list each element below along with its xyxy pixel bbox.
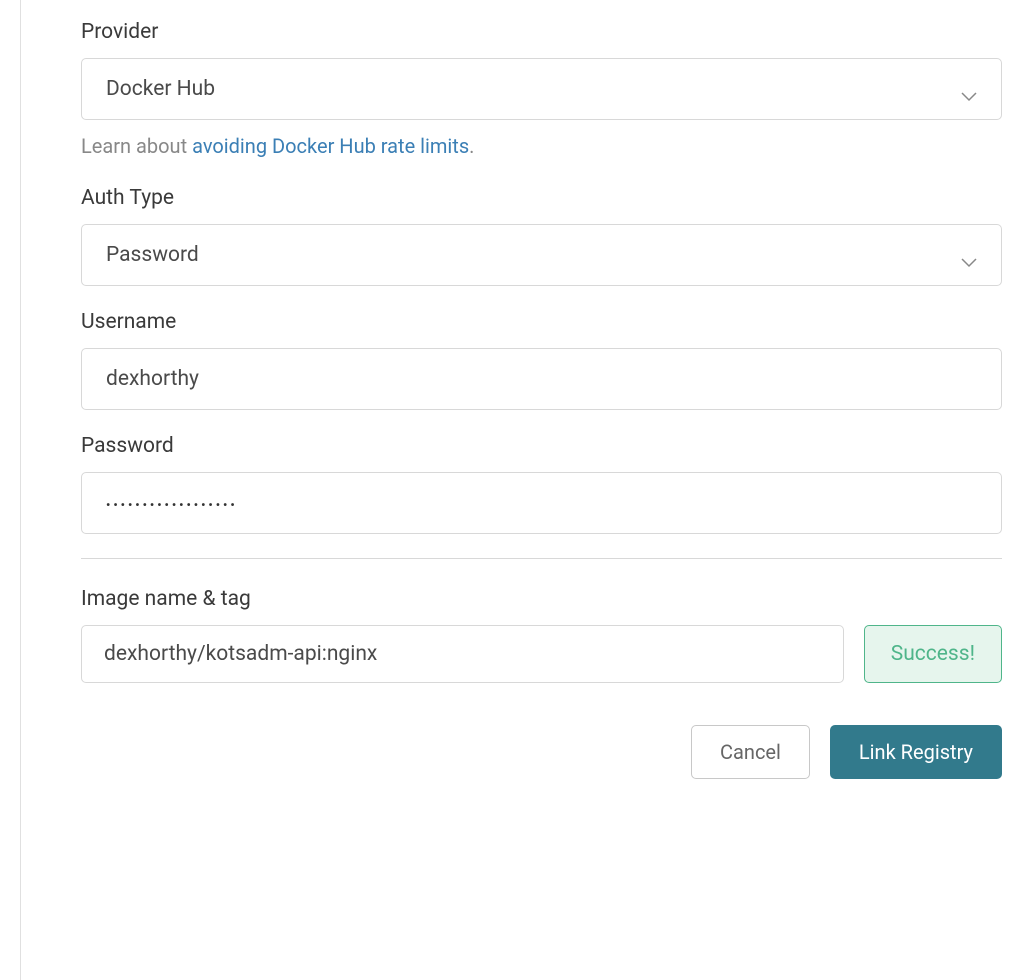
image-input[interactable]	[81, 625, 844, 683]
chevron-down-icon	[961, 84, 977, 94]
divider	[81, 558, 1002, 559]
status-badge: Success!	[864, 625, 1002, 683]
link-registry-button[interactable]: Link Registry	[830, 725, 1002, 779]
button-row: Cancel Link Registry	[81, 725, 1002, 779]
rate-limits-link[interactable]: avoiding Docker Hub rate limits	[192, 134, 469, 158]
provider-select-wrapper: Docker Hub	[81, 58, 1002, 120]
provider-label: Provider	[81, 20, 1002, 44]
password-label: Password	[81, 434, 1002, 458]
helper-text: Learn about avoiding Docker Hub rate lim…	[81, 134, 1002, 158]
auth-type-label: Auth Type	[81, 186, 1002, 210]
auth-type-select-wrapper: Password	[81, 224, 1002, 286]
image-input-wrapper	[81, 625, 844, 683]
provider-value: Docker Hub	[106, 77, 215, 101]
cancel-button[interactable]: Cancel	[691, 725, 810, 779]
username-label: Username	[81, 310, 1002, 334]
image-row: Success!	[81, 625, 1002, 683]
provider-group: Provider Docker Hub Learn about avoiding…	[81, 20, 1002, 158]
password-group: Password ••••••••••••••••••	[81, 434, 1002, 534]
password-input[interactable]: ••••••••••••••••••	[81, 472, 1002, 534]
auth-type-group: Auth Type Password	[81, 186, 1002, 286]
image-group: Image name & tag Success!	[81, 587, 1002, 683]
password-value: ••••••••••••••••••	[106, 498, 238, 512]
username-input[interactable]	[81, 348, 1002, 410]
chevron-down-icon	[961, 250, 977, 260]
image-label: Image name & tag	[81, 587, 1002, 611]
registry-form: Provider Docker Hub Learn about avoiding…	[20, 0, 1032, 980]
provider-select[interactable]: Docker Hub	[81, 58, 1002, 120]
helper-prefix: Learn about	[81, 134, 192, 158]
username-group: Username	[81, 310, 1002, 410]
auth-type-value: Password	[106, 243, 199, 267]
helper-suffix: .	[469, 134, 474, 158]
auth-type-select[interactable]: Password	[81, 224, 1002, 286]
